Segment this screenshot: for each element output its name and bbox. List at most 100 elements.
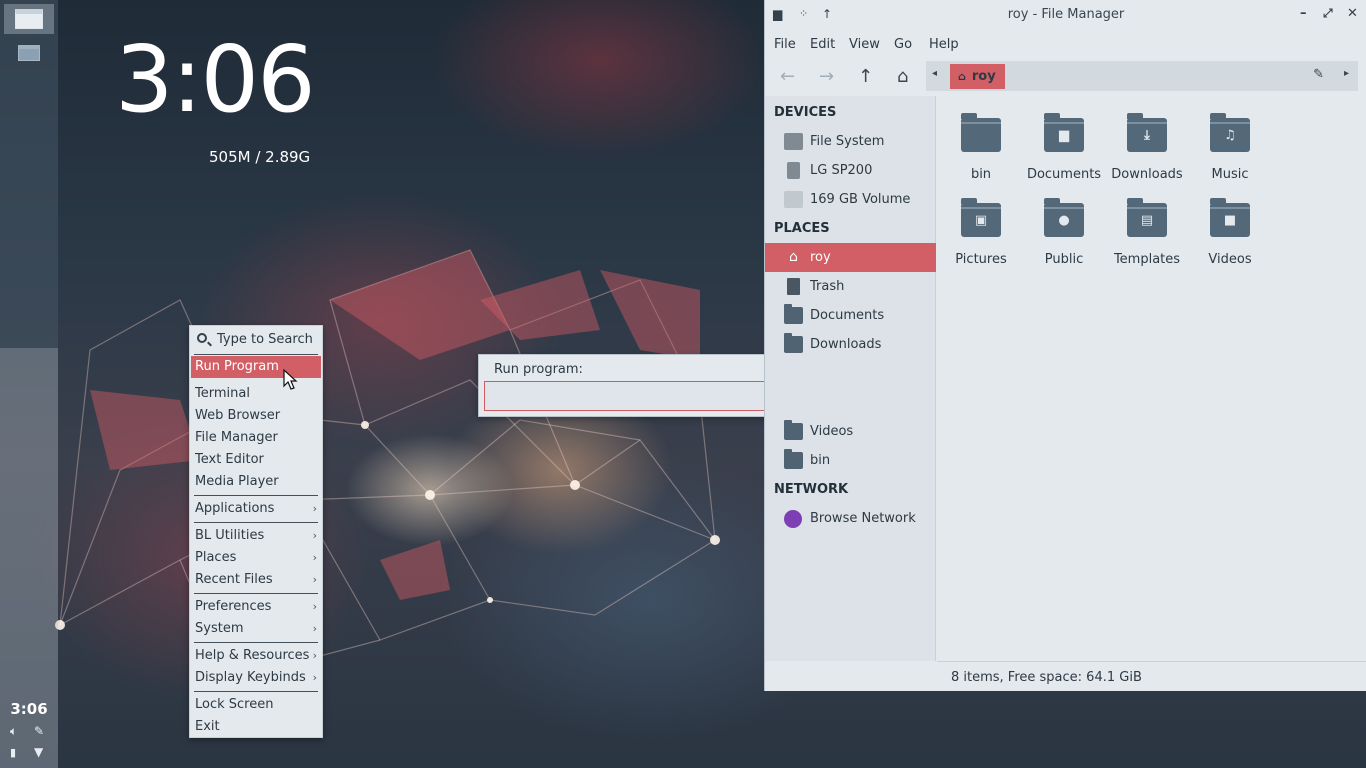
sidebar-item-label: LG SP200 bbox=[810, 163, 873, 178]
submenu-arrow-icon: › bbox=[312, 649, 317, 662]
file-item-public[interactable]: ● Public bbox=[1022, 198, 1106, 267]
submenu-arrow-icon: › bbox=[312, 529, 317, 542]
file-item-templates[interactable]: ▤ Templates bbox=[1105, 198, 1189, 267]
sidebar-item-lg-sp200[interactable]: LG SP200 bbox=[765, 156, 936, 185]
usb-drive-icon bbox=[787, 162, 800, 179]
submenu-arrow-icon: › bbox=[312, 622, 317, 635]
file-item-documents[interactable]: ▆ Documents bbox=[1022, 113, 1106, 182]
home-icon: ⌂ bbox=[789, 249, 798, 265]
file-item-music[interactable]: ♫ Music bbox=[1188, 113, 1272, 182]
menu-item-label: Places bbox=[195, 550, 237, 565]
file-manager-window: ▆ ⁘ ↑ roy - File Manager – ⤢ ✕ File Edit… bbox=[764, 0, 1366, 691]
maximize-icon[interactable]: ⤢ bbox=[1323, 6, 1333, 21]
menu-item-media-player[interactable]: Media Player bbox=[191, 471, 321, 493]
home-icon[interactable]: ⌂ bbox=[897, 66, 908, 87]
sidebar: DEVICES File System LG SP200 169 GB Volu… bbox=[765, 96, 936, 661]
menu-item-label: Display Keybinds bbox=[195, 670, 306, 685]
templates-folder-icon: ▤ bbox=[1127, 198, 1167, 237]
menu-search-label: Type to Search bbox=[217, 332, 313, 347]
sidebar-header-devices: DEVICES bbox=[774, 105, 837, 120]
clipboard-icon[interactable]: ✎ bbox=[34, 724, 44, 738]
pictures-folder-icon: ▣ bbox=[961, 198, 1001, 237]
menu-item-run-program[interactable]: Run Program bbox=[191, 356, 321, 378]
file-item-videos[interactable]: ■ Videos bbox=[1188, 198, 1272, 267]
documents-folder-icon: ▆ bbox=[1044, 113, 1084, 152]
sidebar-item-videos[interactable]: Videos bbox=[765, 417, 936, 446]
forward-icon[interactable]: → bbox=[819, 66, 834, 87]
sidebar-item-downloads[interactable]: Downloads bbox=[765, 330, 936, 359]
menu-separator bbox=[194, 354, 318, 355]
file-item-label: Videos bbox=[1208, 252, 1252, 267]
file-item-pictures[interactable]: ▣ Pictures bbox=[939, 198, 1023, 267]
wifi-icon[interactable]: ▼ bbox=[34, 745, 43, 759]
sidebar-item-169gb-volume[interactable]: 169 GB Volume bbox=[765, 185, 936, 214]
menu-item-bl-utilities[interactable]: BL Utilities › bbox=[191, 525, 321, 547]
battery-icon[interactable]: ▮ bbox=[10, 746, 16, 759]
sidebar-item-browse-network[interactable]: Browse Network bbox=[765, 504, 936, 533]
system-tray: 🔈︎ ✎ ▮ ▼ bbox=[8, 724, 52, 764]
menu-item-lock-screen[interactable]: Lock Screen bbox=[191, 694, 321, 716]
menu-item-system[interactable]: System › bbox=[191, 618, 321, 640]
menu-item-places[interactable]: Places › bbox=[191, 547, 321, 569]
file-item-label: Pictures bbox=[955, 252, 1007, 267]
path-scroll-left-icon[interactable]: ◂ bbox=[932, 68, 937, 79]
menu-item-applications[interactable]: Applications › bbox=[191, 498, 321, 520]
menu-go[interactable]: Go bbox=[894, 37, 912, 52]
submenu-arrow-icon: › bbox=[312, 573, 317, 586]
menu-separator bbox=[194, 642, 318, 643]
menu-item-web-browser[interactable]: Web Browser bbox=[191, 405, 321, 427]
workspace-2-button[interactable] bbox=[4, 38, 54, 68]
close-icon[interactable]: ✕ bbox=[1347, 6, 1358, 21]
menu-item-preferences[interactable]: Preferences › bbox=[191, 596, 321, 618]
menu-item-terminal[interactable]: Terminal bbox=[191, 383, 321, 405]
public-folder-icon: ● bbox=[1044, 198, 1084, 237]
file-item-bin[interactable]: bin bbox=[939, 113, 1023, 182]
folder-icon bbox=[961, 113, 1001, 152]
sidebar-item-file-system[interactable]: File System bbox=[765, 127, 936, 156]
sidebar-item-bin[interactable]: bin bbox=[765, 446, 936, 475]
mouse-cursor-icon bbox=[283, 369, 298, 390]
home-icon: ⌂ bbox=[958, 70, 966, 83]
menu-item-file-manager[interactable]: File Manager bbox=[191, 427, 321, 449]
sidebar-header-places: PLACES bbox=[774, 221, 830, 236]
title-bar[interactable]: ▆ ⁘ ↑ roy - File Manager – ⤢ ✕ bbox=[765, 0, 1366, 30]
videos-folder-icon: ■ bbox=[1210, 198, 1250, 237]
menu-view[interactable]: View bbox=[849, 37, 880, 52]
menu-edit[interactable]: Edit bbox=[810, 37, 835, 52]
path-scroll-right-icon[interactable]: ▸ bbox=[1344, 68, 1349, 79]
volume-icon[interactable]: 🔈︎ bbox=[10, 724, 17, 739]
file-item-downloads[interactable]: ⤓ Downloads bbox=[1105, 113, 1189, 182]
file-item-label: Music bbox=[1211, 167, 1249, 182]
menu-item-text-editor[interactable]: Text Editor bbox=[191, 449, 321, 471]
network-icon bbox=[784, 510, 802, 528]
sidebar-item-roy[interactable]: ⌂ roy bbox=[765, 243, 936, 272]
menu-search[interactable]: Type to Search bbox=[191, 329, 321, 351]
menu-file[interactable]: File bbox=[774, 37, 796, 52]
menu-item-help-resources[interactable]: Help & Resources › bbox=[191, 645, 321, 667]
sidebar-item-label: Videos bbox=[810, 424, 854, 439]
path-crumb-label: roy bbox=[971, 69, 996, 84]
edit-path-icon[interactable]: ✎ bbox=[1313, 67, 1324, 82]
drive-icon bbox=[784, 133, 803, 150]
sidebar-item-label: Downloads bbox=[810, 337, 882, 352]
sidebar-header-network: NETWORK bbox=[774, 482, 849, 497]
menu-item-exit[interactable]: Exit bbox=[191, 716, 321, 738]
menu-item-display-keybinds[interactable]: Display Keybinds › bbox=[191, 667, 321, 689]
menu-separator bbox=[194, 522, 318, 523]
sidebar-item-label: Trash bbox=[810, 279, 845, 294]
submenu-arrow-icon: › bbox=[312, 551, 317, 564]
sidebar-item-documents[interactable]: Documents bbox=[765, 301, 936, 330]
file-item-label: Public bbox=[1044, 252, 1084, 267]
parent-folder-icon[interactable]: ↑ bbox=[858, 66, 873, 87]
sidebar-item-trash[interactable]: Trash bbox=[765, 272, 936, 301]
workspace-1-button[interactable] bbox=[4, 4, 54, 34]
desktop-memory: 505M / 2.89G bbox=[209, 148, 311, 166]
minimize-icon[interactable]: – bbox=[1300, 6, 1307, 21]
menu-bar: File Edit View Go Help bbox=[765, 30, 1366, 58]
menu-help[interactable]: Help bbox=[929, 37, 959, 52]
menu-item-recent-files[interactable]: Recent Files › bbox=[191, 569, 321, 591]
back-icon[interactable]: ← bbox=[780, 66, 795, 87]
panel-clock[interactable]: 3:06 bbox=[0, 700, 58, 718]
menu-item-label: Recent Files bbox=[195, 572, 273, 587]
path-crumb-home[interactable]: ⌂ roy bbox=[950, 64, 1005, 89]
